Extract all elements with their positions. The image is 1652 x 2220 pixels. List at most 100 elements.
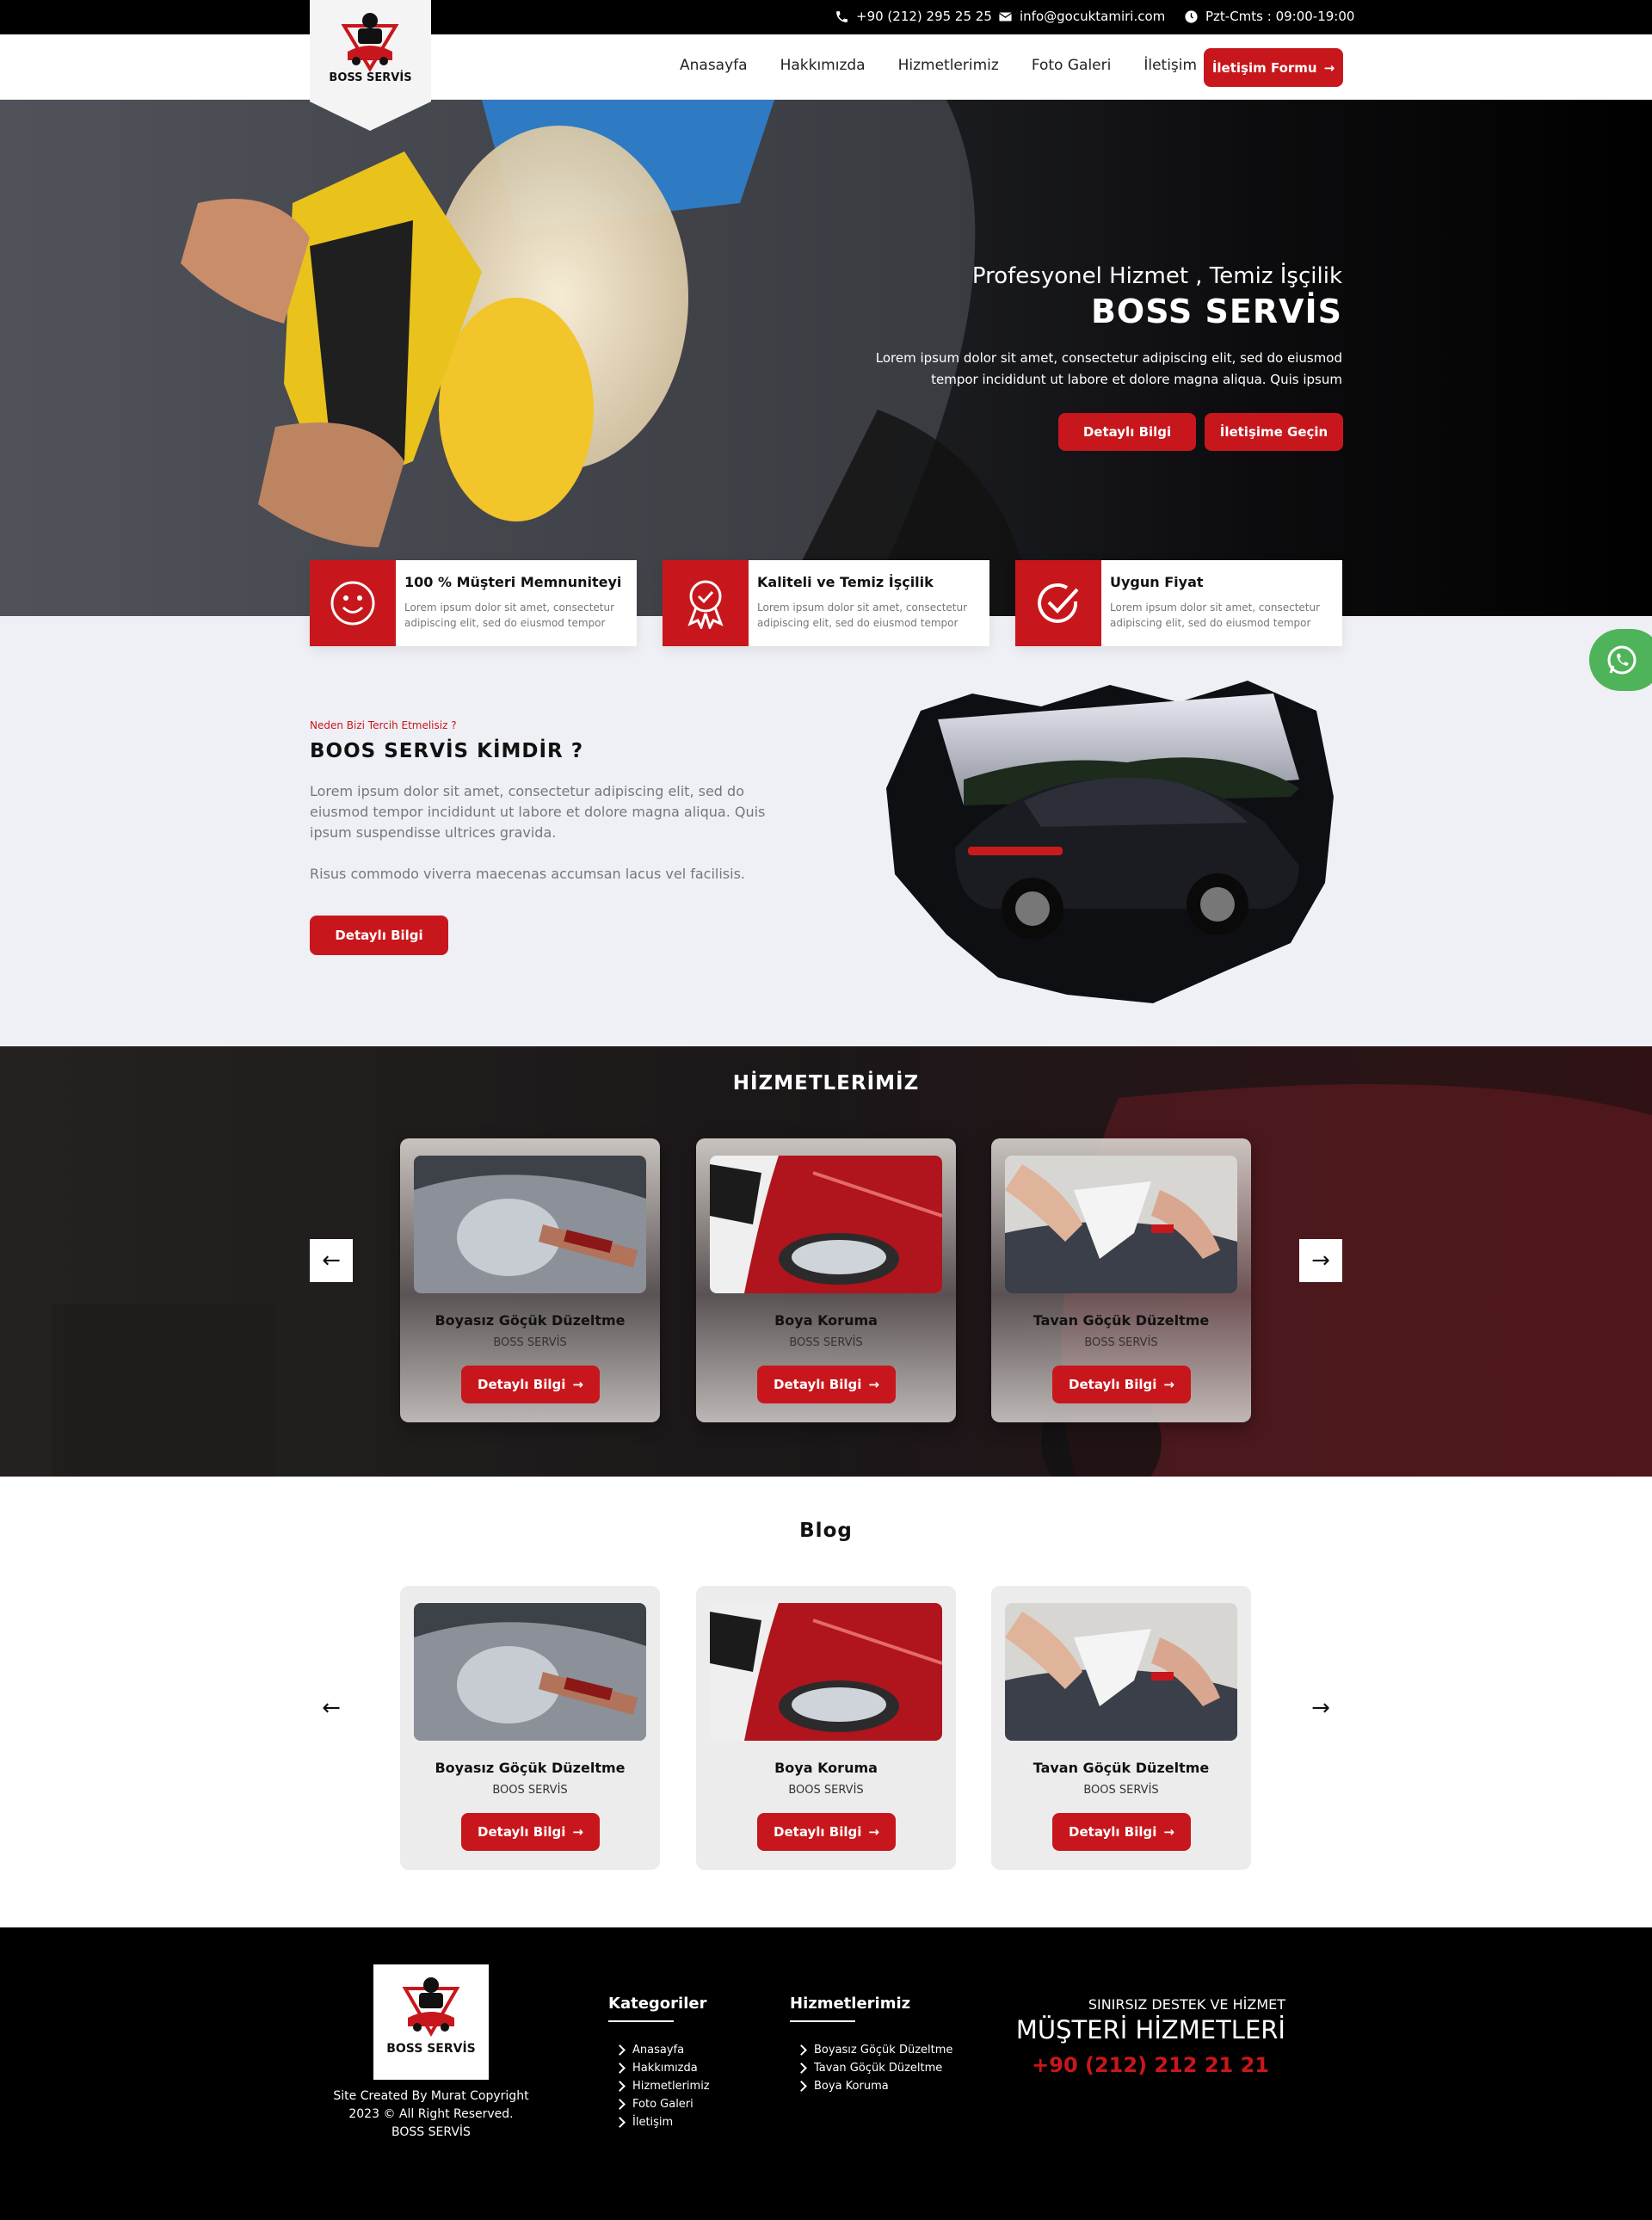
hero-subtitle: Profesyonel Hizmet , Temiz İşçilik	[971, 263, 1342, 289]
site-logo[interactable]: BOSS SERVİS	[310, 0, 431, 131]
footer-link-roof-dent[interactable]: Tavan Göçük Düzeltme	[798, 2059, 952, 2077]
blog-title: Blog	[799, 1520, 853, 1542]
arrow-right-icon: →	[1163, 1377, 1174, 1392]
contact-form-button[interactable]: İletişim Formu →	[1204, 48, 1343, 87]
feature-title: Uygun Fiyat	[1110, 574, 1204, 590]
top-bar: +90 (212) 295 25 25 info@gocuktamiri.com…	[0, 0, 1652, 34]
feature-title: 100 % Müşteri Memnuniteyi	[404, 574, 622, 590]
about-paragraph: Lorem ipsum dolor sit amet, consectetur …	[310, 783, 766, 841]
blog-details-label: Detaylı Bilgi	[478, 1824, 566, 1840]
footer-link-gallery[interactable]: Foto Galeri	[616, 2095, 710, 2113]
blog-card[interactable]: Boyasız Göçük Düzeltme BOOS SERVİS Detay…	[400, 1586, 660, 1870]
blog-prev-button[interactable]: ←	[314, 1691, 348, 1725]
nav-item-contact[interactable]: İletişim	[1143, 57, 1197, 74]
footer-link-about[interactable]: Hakkımızda	[616, 2059, 710, 2077]
award-icon	[663, 560, 749, 646]
service-details-button[interactable]: Detaylı Bilgi →	[757, 1366, 896, 1403]
feature-card-quality: Kaliteli ve Temiz İşçilik Lorem ipsum do…	[663, 560, 989, 646]
about-section: Neden Bizi Tercih Etmelisiz ? BOOS SERVİ…	[0, 616, 1652, 1046]
arrow-right-icon: →	[1311, 1248, 1330, 1273]
feature-card-price: Uygun Fiyat Lorem ipsum dolor sit amet, …	[1015, 560, 1342, 646]
arrow-left-icon: ←	[322, 1695, 341, 1721]
footer-logo-text: BOSS SERVİS	[386, 2042, 476, 2056]
logo-text: BOSS SERVİS	[329, 71, 412, 84]
blog-image-dent-repair	[414, 1603, 646, 1741]
services-next-button[interactable]: →	[1299, 1239, 1342, 1282]
topbar-email[interactable]: info@gocuktamiri.com	[998, 9, 1165, 24]
about-details-button[interactable]: Detaylı Bilgi	[310, 916, 448, 955]
feature-text: Lorem ipsum dolor sit amet, consectetur …	[757, 601, 968, 629]
arrow-right-icon: →	[1163, 1824, 1174, 1840]
about-paragraph: Risus commodo viverra maecenas accumsan …	[310, 866, 745, 882]
service-title: Boya Koruma	[774, 1312, 878, 1329]
arrow-left-icon: ←	[322, 1248, 341, 1273]
hero-background-image	[0, 100, 1652, 616]
blog-card[interactable]: Boya Koruma BOOS SERVİS Detaylı Bilgi →	[696, 1586, 956, 1870]
blog-details-label: Detaylı Bilgi	[774, 1824, 862, 1840]
footer-link-home[interactable]: Anasayfa	[616, 2041, 710, 2059]
service-image-paint-protection	[710, 1156, 942, 1293]
blog-details-button[interactable]: Detaylı Bilgi →	[461, 1813, 600, 1851]
hero-description: Lorem ipsum dolor sit amet, consectetur …	[875, 350, 1342, 387]
service-card[interactable]: Boyasız Göçük Düzeltme BOSS SERVİS Detay…	[400, 1138, 660, 1422]
topbar-phone[interactable]: +90 (212) 295 25 25	[835, 9, 992, 24]
nav-item-services[interactable]: Hizmetlerimiz	[898, 57, 999, 74]
feature-card-satisfaction: 100 % Müşteri Memnuniteyi Lorem ipsum do…	[310, 560, 637, 646]
hero-contact-button[interactable]: İletişime Geçin	[1205, 413, 1343, 451]
nav-item-gallery[interactable]: Foto Galeri	[1032, 57, 1112, 74]
topbar-phone-text: +90 (212) 295 25 25	[856, 9, 992, 24]
mail-icon	[999, 12, 1012, 21]
footer: BOSS SERVİS Site Created By Murat Copyri…	[0, 1927, 1652, 2220]
service-details-button[interactable]: Detaylı Bilgi →	[461, 1366, 600, 1403]
nav-item-about[interactable]: Hakkımızda	[780, 57, 866, 74]
footer-logo[interactable]: BOSS SERVİS	[373, 1964, 489, 2080]
footer-services-title: Hizmetlerimiz	[790, 1995, 911, 2013]
topbar-email-text: info@gocuktamiri.com	[1020, 9, 1166, 24]
service-subtitle: BOSS SERVİS	[493, 1336, 567, 1349]
services-section: HİZMETLERİMİZ ← → Boyasız Göçük Düzeltme…	[0, 1046, 1652, 1477]
topbar-hours-text: Pzt-Cmts : 09:00-19:00	[1205, 9, 1355, 24]
arrow-right-icon: →	[868, 1377, 879, 1392]
blog-card[interactable]: Tavan Göçük Düzeltme BOOS SERVİS Detaylı…	[991, 1586, 1251, 1870]
footer-link-dent-repair[interactable]: Boyasız Göçük Düzeltme	[798, 2041, 952, 2059]
blog-post-title: Boyasız Göçük Düzeltme	[435, 1760, 626, 1776]
support-line: SINIRSIZ DESTEK VE HİZMET	[1088, 1996, 1285, 2013]
footer-link-contact[interactable]: İletişim	[616, 2113, 710, 2131]
service-details-label: Detaylı Bilgi	[774, 1377, 862, 1392]
blog-post-subtitle: BOOS SERVİS	[788, 1784, 864, 1797]
footer-divider	[608, 2020, 674, 2022]
blog-details-button[interactable]: Detaylı Bilgi →	[1052, 1813, 1191, 1851]
service-subtitle: BOSS SERVİS	[789, 1336, 863, 1349]
topbar-hours: Pzt-Cmts : 09:00-19:00	[1184, 9, 1354, 24]
whatsapp-button[interactable]	[1589, 629, 1652, 691]
hero-details-button[interactable]: Detaylı Bilgi	[1058, 413, 1196, 451]
nav-item-home[interactable]: Anasayfa	[680, 57, 748, 74]
hero-section: Profesyonel Hizmet , Temiz İşçilik BOSS …	[0, 100, 1652, 616]
support-phone[interactable]: +90 (212) 212 21 21	[1032, 2053, 1269, 2077]
footer-copyright: Site Created By Murat Copyright 2023 © A…	[327, 2087, 535, 2142]
footer-link-services[interactable]: Hizmetlerimiz	[616, 2077, 710, 2095]
blog-post-title: Tavan Göçük Düzeltme	[1032, 1760, 1210, 1776]
service-details-label: Detaylı Bilgi	[478, 1377, 566, 1392]
services-prev-button[interactable]: ←	[310, 1239, 353, 1282]
nav-links: Anasayfa Hakkımızda Hizmetlerimiz Foto G…	[680, 57, 1197, 74]
service-card[interactable]: Tavan Göçük Düzeltme BOSS SERVİS Detaylı…	[991, 1138, 1251, 1422]
footer-link-paint-protection[interactable]: Boya Koruma	[798, 2077, 952, 2095]
service-details-label: Detaylı Bilgi	[1069, 1377, 1157, 1392]
about-title: BOOS SERVİS KİMDİR ?	[310, 740, 584, 762]
about-pretitle: Neden Bizi Tercih Etmelisiz ?	[310, 719, 457, 731]
whatsapp-icon	[1607, 645, 1637, 675]
service-title: Tavan Göçük Düzeltme	[1032, 1312, 1210, 1329]
blog-next-button[interactable]: →	[1304, 1691, 1338, 1725]
support-title: MÜŞTERİ HİZMETLERİ	[1015, 2015, 1285, 2044]
service-card[interactable]: Boya Koruma BOSS SERVİS Detaylı Bilgi →	[696, 1138, 956, 1422]
footer-divider	[790, 2020, 855, 2022]
service-details-button[interactable]: Detaylı Bilgi →	[1052, 1366, 1191, 1403]
smile-icon	[310, 560, 396, 646]
service-subtitle: BOSS SERVİS	[1084, 1336, 1158, 1349]
arrow-right-icon: →	[868, 1824, 879, 1840]
blog-post-title: Boya Koruma	[774, 1760, 878, 1776]
blog-details-button[interactable]: Detaylı Bilgi →	[757, 1813, 896, 1851]
footer-categories-list: Anasayfa Hakkımızda Hizmetlerimiz Foto G…	[616, 2041, 710, 2131]
blog-image-roof-dent	[1005, 1603, 1237, 1741]
